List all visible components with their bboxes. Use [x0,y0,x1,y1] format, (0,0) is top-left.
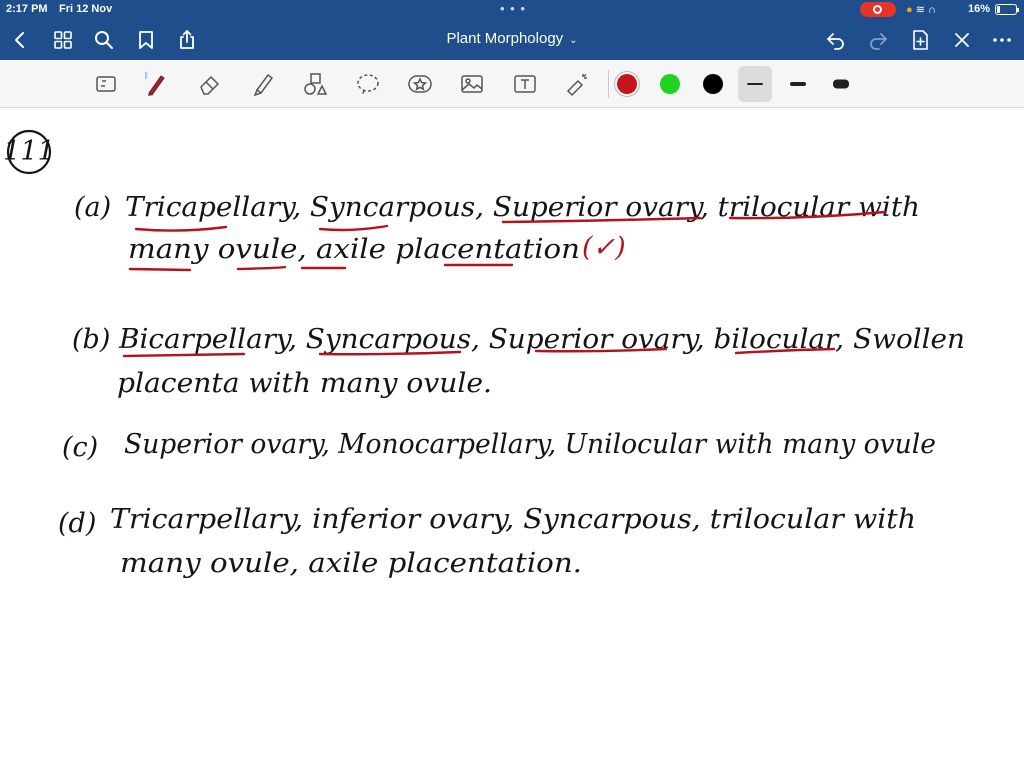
laser-pointer-icon[interactable] [563,70,591,98]
eraser-icon[interactable] [196,70,224,98]
status-bar: 2:17 PM Fri 12 Nov • • • ● ≋ ∩ 16% [0,0,1024,20]
headphones-icon: ∩ [928,4,936,16]
status-time: 2:17 PM [6,3,48,15]
redo-icon[interactable] [866,28,890,52]
svg-text:ᛒ: ᛒ [144,71,149,80]
underline-a-ovule [236,265,287,271]
color-red-swatch[interactable] [617,74,637,94]
stroke-medium-button[interactable] [781,66,815,102]
note-canvas[interactable]: 111 (a) Tricapellary, Syncarpous, Superi… [0,108,1024,768]
drawing-toolbar: ᛒ [0,60,1024,108]
top-bar: 2:17 PM Fri 12 Nov • • • ● ≋ ∩ 16% Plant… [0,0,1024,60]
undo-icon[interactable] [824,28,848,52]
handwriting-layer: 111 (a) Tricapellary, Syncarpous, Superi… [3,129,965,579]
option-a-label: (a) [74,192,111,223]
status-date: Fri 12 Nov [59,3,113,15]
system-icons: ● ≋ ∩ [906,3,936,16]
shapes-icon[interactable] [301,70,329,98]
nav-bar: Plant Morphology ⌄ [0,20,1024,60]
stroke-thick-button[interactable] [824,66,858,102]
question-number: 111 [3,136,55,167]
color-green-swatch[interactable] [660,74,680,94]
sticker-icon[interactable] [406,70,434,98]
color-black-swatch[interactable] [703,74,723,94]
pen-icon[interactable]: ᛒ [142,70,170,98]
underline-a-syncarpous [318,224,389,232]
text-icon[interactable] [511,70,539,98]
option-d-line2: many ovule, axile placentation. [120,548,582,579]
option-b-line2: placenta with many ovule. [117,368,492,399]
option-c-label: (c) [62,432,98,463]
battery-icon [995,4,1019,15]
option-d-line1: Tricarpellary, inferior ovary, Syncarpou… [110,504,916,535]
screen-recording-icon[interactable] [860,2,896,17]
mic-indicator-icon: ● [906,4,913,16]
document-title-text: Plant Morphology [446,30,564,47]
underline-a-many [128,267,192,272]
toolbar-divider [608,70,609,98]
more-icon[interactable] [990,28,1014,52]
multitasking-dots-icon[interactable]: • • • [500,1,526,16]
stroke-thin-button[interactable] [738,66,772,102]
add-page-icon[interactable] [908,28,932,52]
close-icon[interactable] [950,28,974,52]
battery-percent: 16% [968,3,991,15]
option-a-correct-mark: (✓) [582,232,626,263]
chevron-down-icon: ⌄ [569,35,578,46]
option-c-line1: Superior ovary, Monocarpellary, Unilocul… [124,429,936,460]
presentation-icon[interactable] [92,70,120,98]
image-icon[interactable] [458,70,486,98]
option-b-label: (b) [72,324,110,355]
option-d-label: (d) [58,508,96,539]
highlighter-icon[interactable] [249,70,277,98]
option-a-line2: many ovule, axile placentation [128,234,580,265]
wifi-icon: ≋ [915,4,925,16]
lasso-icon[interactable] [354,70,382,98]
underline-a-tricapellary [134,225,228,232]
